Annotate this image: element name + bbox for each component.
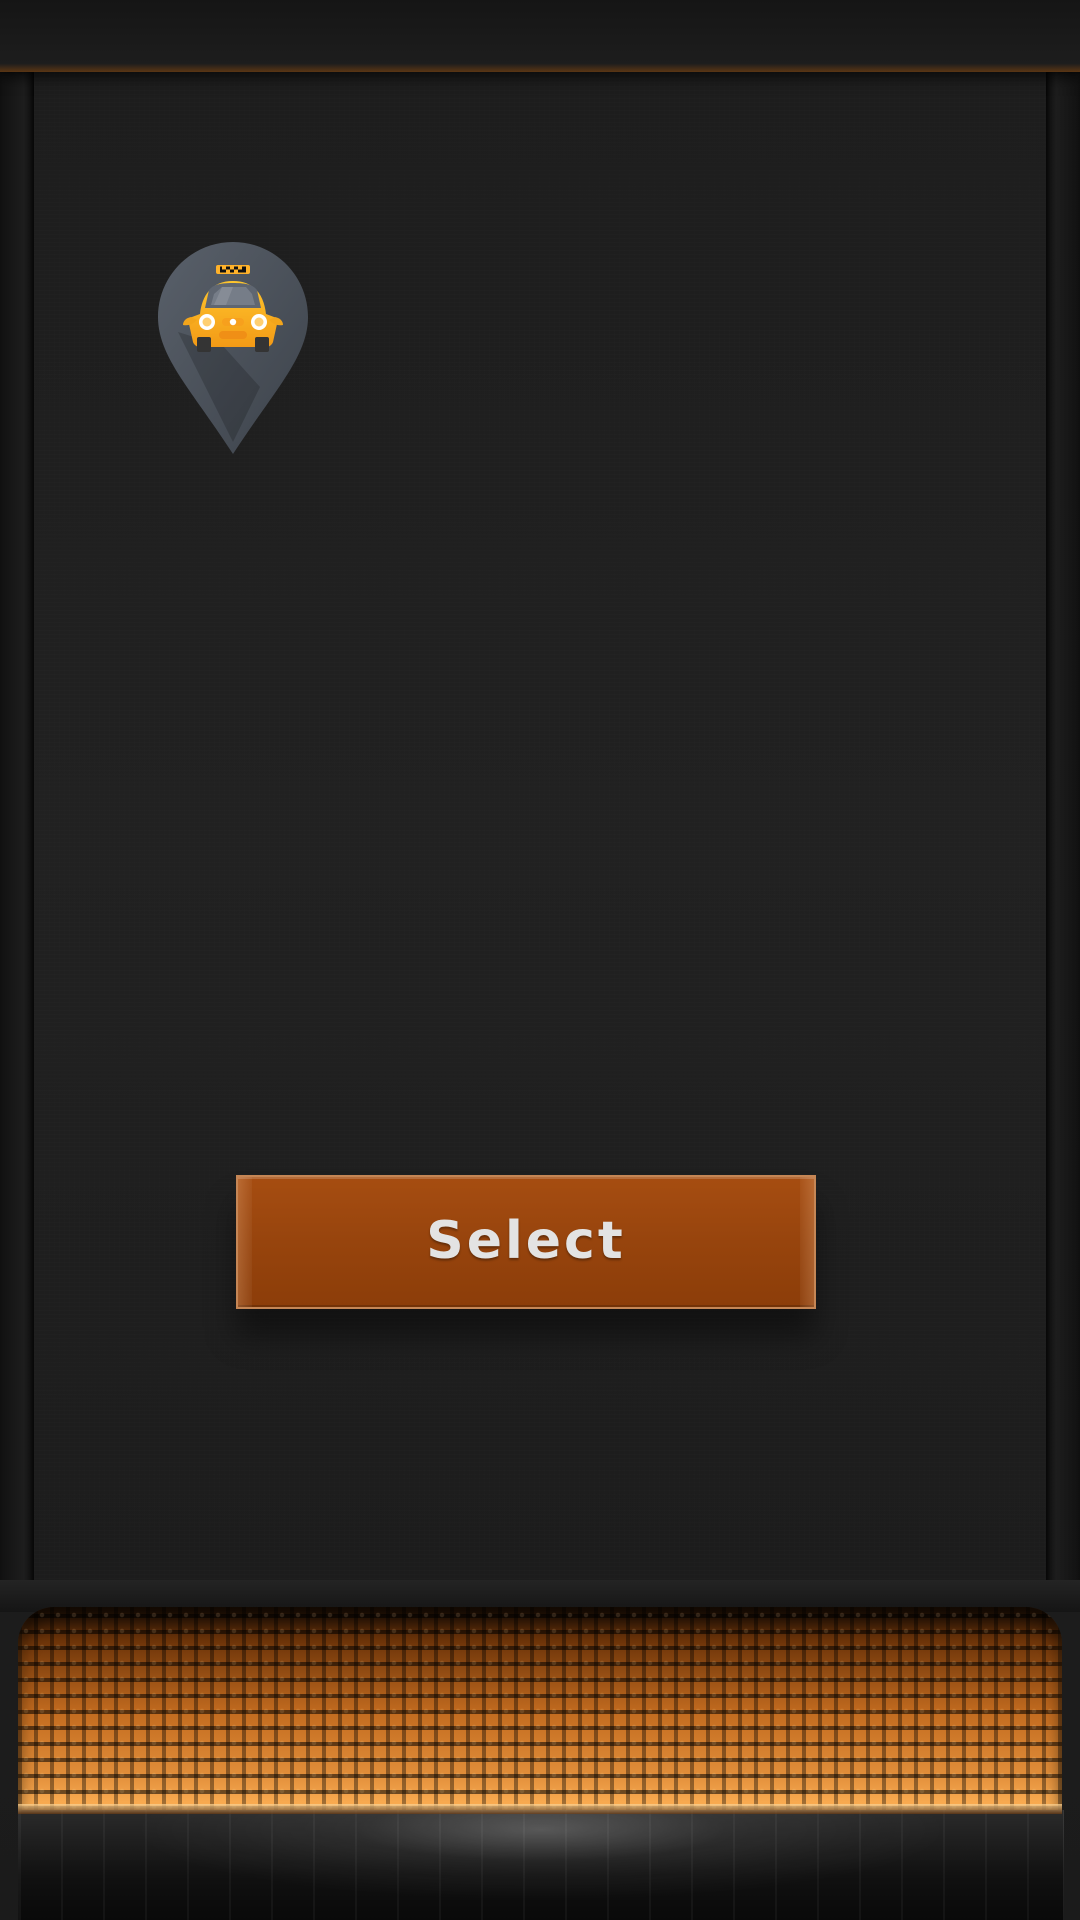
right-frame — [1046, 72, 1080, 1607]
select-button[interactable]: Select — [236, 1175, 816, 1309]
speaker-grill — [18, 1607, 1062, 1810]
taxi-location-pin-icon — [158, 242, 308, 454]
taxi-selection-screen: Select — [0, 0, 1080, 1920]
select-button-label: Select — [426, 1211, 626, 1271]
floor-surface — [18, 1810, 1064, 1920]
top-bar — [0, 0, 1080, 72]
left-frame — [0, 72, 34, 1607]
floor-rim — [18, 1804, 1062, 1814]
